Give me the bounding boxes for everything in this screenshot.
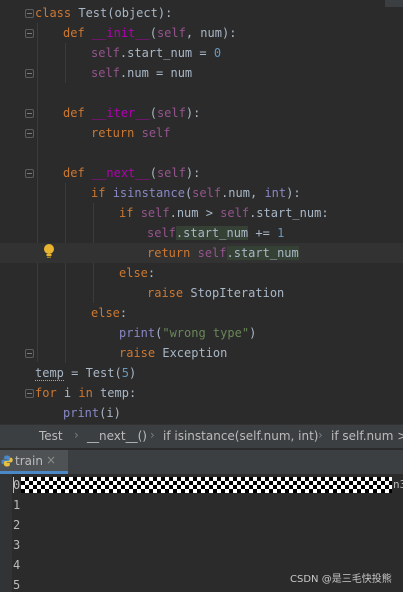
code-line[interactable]: class Test(object): bbox=[0, 3, 403, 23]
clipped-output-text: n3 bbox=[393, 478, 403, 491]
output-line: 3 bbox=[13, 538, 21, 552]
code-line[interactable]: def __iter__(self): bbox=[0, 103, 403, 123]
breadcrumb-item[interactable]: __next__() bbox=[87, 429, 147, 443]
output-line: 4 bbox=[13, 558, 21, 572]
code-line[interactable]: self.start_num += 1 bbox=[0, 223, 403, 243]
code-line[interactable]: raise Exception bbox=[0, 343, 403, 363]
code-line[interactable]: if self.num > self.start_num: bbox=[0, 203, 403, 223]
output-line: 5 bbox=[13, 578, 21, 592]
code-line[interactable]: for i in temp: bbox=[0, 383, 403, 403]
breadcrumb-separator-icon: › bbox=[74, 428, 79, 442]
code-line[interactable]: def __init__(self, num): bbox=[0, 23, 403, 43]
code-line[interactable]: return self bbox=[0, 123, 403, 143]
run-panel-header: train × bbox=[0, 449, 403, 474]
breadcrumb-separator-icon: › bbox=[150, 428, 155, 442]
run-tab[interactable]: train × bbox=[0, 450, 68, 474]
lightbulb-icon[interactable] bbox=[42, 243, 56, 259]
breadcrumb-item[interactable]: Test bbox=[39, 429, 63, 443]
code-line[interactable]: temp = Test(5) bbox=[0, 363, 403, 383]
watermark: CSDN @是三毛快投熊 bbox=[290, 574, 392, 585]
console-gutter bbox=[0, 474, 12, 592]
output-line: 2 bbox=[13, 518, 21, 532]
output-line: 1 bbox=[13, 498, 21, 512]
code-line[interactable]: else: bbox=[0, 263, 403, 283]
code-line-current[interactable]: return self.start_num bbox=[0, 243, 403, 263]
breadcrumb: Test › __next__() › if isinstance(self.n… bbox=[0, 424, 403, 448]
text-cursor bbox=[13, 477, 14, 493]
breadcrumb-item[interactable]: if isinstance(self.num, int) bbox=[163, 429, 318, 443]
breadcrumb-item[interactable]: if self.num > bbox=[331, 429, 403, 443]
redacted-output-line bbox=[21, 477, 392, 493]
code-editor[interactable]: class Test(object): def __init__(self, n… bbox=[0, 0, 403, 424]
code-line[interactable]: else: bbox=[0, 303, 403, 323]
close-icon[interactable]: × bbox=[46, 453, 56, 467]
code-line[interactable]: self.num = num bbox=[0, 63, 403, 83]
code-line[interactable]: raise StopIteration bbox=[0, 283, 403, 303]
code-line[interactable]: self.start_num = 0 bbox=[0, 43, 403, 63]
output-line: 0 bbox=[13, 478, 21, 492]
code-line[interactable]: print("wrong type") bbox=[0, 323, 403, 343]
run-tab-label: train bbox=[15, 454, 43, 468]
python-icon bbox=[1, 455, 13, 467]
breadcrumb-separator-icon: › bbox=[318, 428, 323, 442]
code-line[interactable]: print(i) bbox=[0, 403, 403, 423]
code-line[interactable]: if isinstance(self.num, int): bbox=[0, 183, 403, 203]
code-line[interactable]: def __next__(self): bbox=[0, 163, 403, 183]
